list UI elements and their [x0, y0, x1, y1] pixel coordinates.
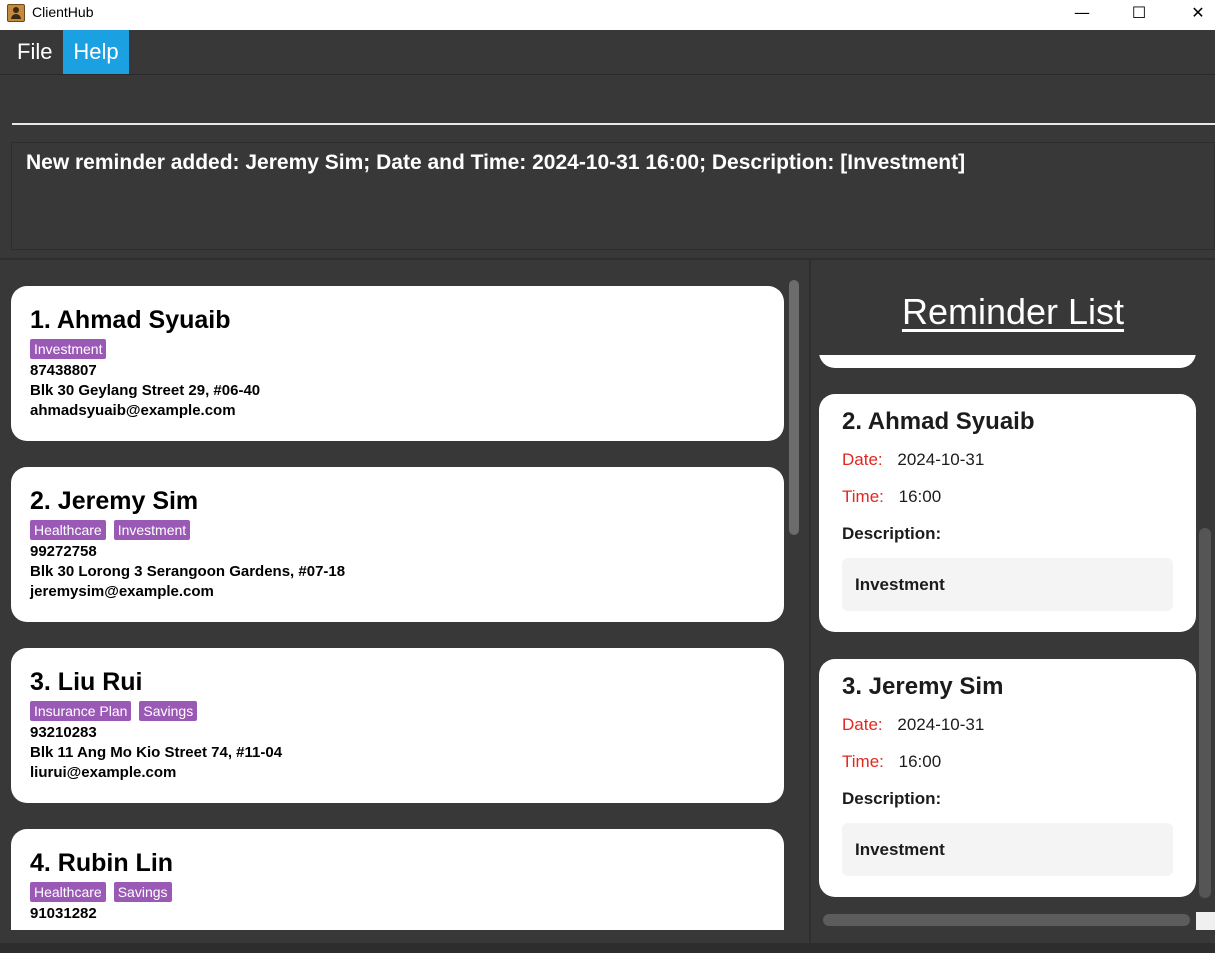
- tag-list: Insurance Plan Savings: [30, 701, 765, 721]
- reminder-list-horizontal-scrollbar[interactable]: [823, 914, 1190, 926]
- person-phone: 87438807: [30, 362, 97, 379]
- reminder-time: 16:00: [898, 752, 942, 771]
- person-name: 3. Liu Rui: [30, 668, 143, 696]
- command-input[interactable]: [12, 75, 1215, 125]
- person-name: 4. Rubin Lin: [30, 849, 174, 877]
- reminder-description: Investment: [842, 558, 1173, 611]
- reminder-time-row: Time: 16:00: [842, 487, 1173, 507]
- person-email: jeremysim@example.com: [30, 583, 214, 600]
- close-button[interactable]: ✕: [1175, 0, 1215, 30]
- person-card[interactable]: 1. Ahmad Syuaib Investment 87438807 Blk …: [11, 286, 784, 441]
- status-bar: [0, 943, 1215, 953]
- window-title: ClientHub: [32, 4, 94, 20]
- person-phone: 99272758: [30, 543, 97, 560]
- person-phone: 93210283: [30, 724, 97, 741]
- person-name: 1. Ahmad Syuaib: [30, 306, 231, 334]
- reminder-date: 2024-10-31: [897, 715, 985, 734]
- reminder-list-vertical-scrollbar[interactable]: [1199, 528, 1211, 898]
- menu-file[interactable]: File: [7, 30, 62, 74]
- command-box: [0, 75, 1215, 130]
- reminder-card[interactable]: 2. Ahmad Syuaib Date: 2024-10-31 Time: 1…: [819, 394, 1196, 632]
- result-message: New reminder added: Jeremy Sim; Date and…: [26, 151, 966, 174]
- tag-list: Healthcare Savings: [30, 882, 765, 902]
- app-contact-icon: [7, 4, 25, 22]
- reminder-list-heading: Reminder List: [901, 291, 1125, 332]
- time-label: Time:: [842, 752, 884, 771]
- reminder-name: 3. Jeremy Sim: [842, 673, 1004, 700]
- person-email: liurui@example.com: [30, 764, 177, 781]
- person-email: ahmadsyuaib@example.com: [30, 402, 236, 419]
- reminder-list[interactable]: 2. Ahmad Syuaib Date: 2024-10-31 Time: 1…: [811, 355, 1205, 910]
- tag: Investment: [113, 520, 191, 540]
- description-label: Description:: [842, 524, 942, 543]
- person-phone: 91031282: [30, 905, 97, 922]
- person-address: Blk 30 Lorong 3 Serangoon Gardens, #07-1…: [30, 563, 346, 580]
- person-list[interactable]: 1. Ahmad Syuaib Investment 87438807 Blk …: [0, 260, 808, 930]
- date-label: Date:: [842, 450, 883, 469]
- scrollbar-corner: [1196, 912, 1215, 930]
- tag-list: Healthcare Investment: [30, 520, 765, 540]
- minimize-button[interactable]: —: [1059, 0, 1105, 30]
- tag: Insurance Plan: [30, 701, 132, 721]
- reminder-date-row: Date: 2024-10-31: [842, 715, 1173, 735]
- person-address: Blk 30 Geylang Street 29, #06-40: [30, 382, 261, 399]
- menu-help[interactable]: Help: [63, 30, 129, 74]
- maximize-button[interactable]: ☐: [1116, 0, 1162, 30]
- result-display: New reminder added: Jeremy Sim; Date and…: [11, 142, 1215, 250]
- tag: Healthcare: [30, 520, 106, 540]
- person-name: 2. Jeremy Sim: [30, 487, 199, 515]
- reminder-date: 2024-10-31: [897, 450, 985, 469]
- tag: Savings: [113, 882, 172, 902]
- reminder-description: Investment: [842, 823, 1173, 876]
- tag: Investment: [30, 339, 107, 359]
- person-list-scrollbar[interactable]: [789, 280, 799, 535]
- menu-bar: File Help: [0, 30, 1215, 75]
- reminder-date-row: Date: 2024-10-31: [842, 450, 1173, 470]
- person-address: Blk 11 Ang Mo Kio Street 74, #11-04: [30, 744, 283, 761]
- person-card[interactable]: 4. Rubin Lin Healthcare Savings 91031282: [11, 829, 784, 930]
- tag: Savings: [139, 701, 198, 721]
- reminder-card[interactable]: [819, 355, 1196, 368]
- tag: Healthcare: [30, 882, 106, 902]
- description-label: Description:: [842, 789, 942, 808]
- reminder-name: 2. Ahmad Syuaib: [842, 408, 1035, 435]
- person-card[interactable]: 2. Jeremy Sim Healthcare Investment 9927…: [11, 467, 784, 622]
- reminder-time-row: Time: 16:00: [842, 752, 1173, 772]
- reminder-card[interactable]: 3. Jeremy Sim Date: 2024-10-31 Time: 16:…: [819, 659, 1196, 897]
- tag-list: Investment: [30, 339, 765, 359]
- title-bar: ClientHub — ☐ ✕: [0, 0, 1215, 30]
- reminder-time: 16:00: [898, 487, 942, 506]
- person-card[interactable]: 3. Liu Rui Insurance Plan Savings 932102…: [11, 648, 784, 803]
- time-label: Time:: [842, 487, 884, 506]
- date-label: Date:: [842, 715, 883, 734]
